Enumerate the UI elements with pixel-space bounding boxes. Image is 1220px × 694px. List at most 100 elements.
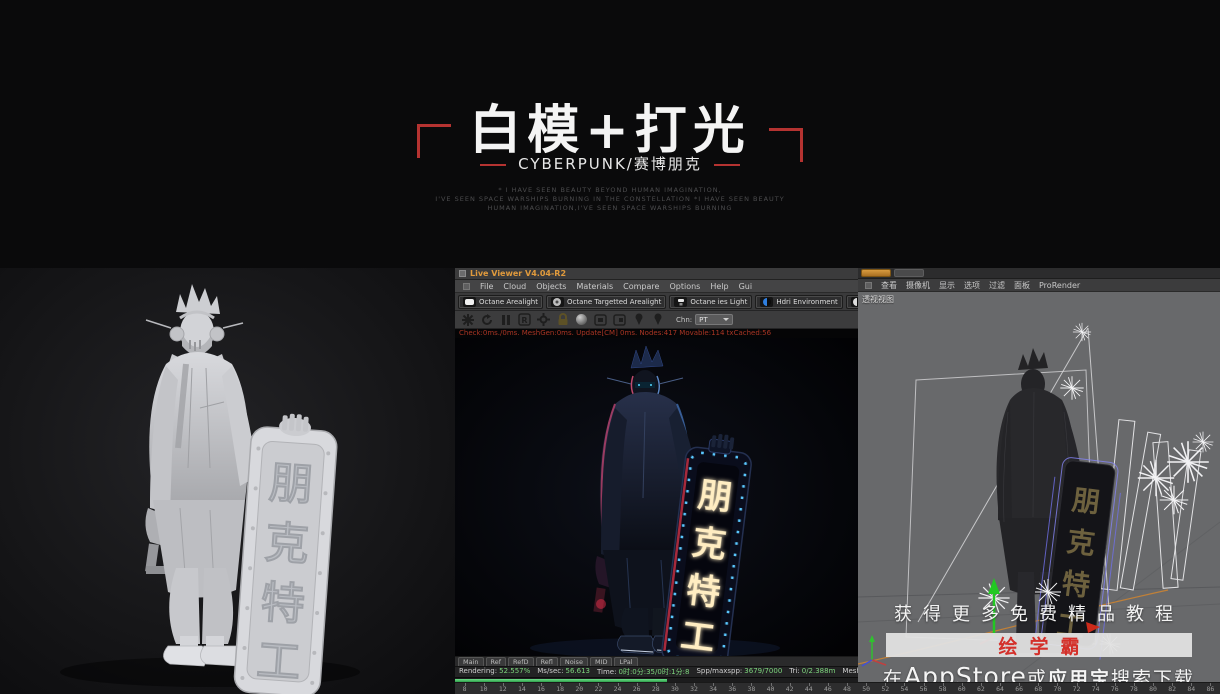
arealight-icon — [463, 296, 476, 307]
render-pass-tab[interactable]: Ref — [485, 657, 507, 666]
timeline-frame-number: 52 — [876, 683, 895, 694]
svg-text:朋: 朋 — [1070, 483, 1102, 519]
lock-resolution-icon[interactable] — [556, 313, 569, 326]
stat-item: Mesh:132 — [842, 667, 858, 675]
window-title: Live Viewer V4.04-R2 — [470, 269, 567, 278]
menu-help[interactable]: Help — [710, 282, 728, 291]
timeline-frame-number: 66 — [1010, 683, 1029, 694]
restart-render-icon[interactable] — [480, 313, 493, 326]
stats-list: Rendering: 52.557% Ms/sec: 56.613 Time: 0时:0分… — [459, 667, 858, 677]
timeline-frame-number: 48 — [838, 683, 857, 694]
viewport-tab-active[interactable] — [861, 269, 891, 277]
menu-display[interactable]: 显示 — [939, 280, 955, 291]
pick-material-icon[interactable] — [651, 313, 664, 326]
timeline-frame-number: 8 — [455, 683, 474, 694]
settings-gear-icon[interactable] — [537, 313, 550, 326]
svg-text:克: 克 — [690, 523, 729, 567]
hdri-environment-button[interactable]: Hdri Environment — [755, 294, 843, 309]
menu-gui[interactable]: Gui — [739, 282, 753, 291]
window-icon — [459, 270, 466, 277]
render-pass-tab[interactable]: Refl — [535, 657, 558, 666]
svg-text:特: 特 — [1060, 567, 1092, 603]
tagline: * I HAVE SEEN BEAUTY BEYOND HUMAN IMAGIN… — [0, 186, 1220, 213]
texture-environment-button[interactable]: Texture Environment — [845, 294, 858, 309]
timeline-frame-number: 80 — [1144, 683, 1163, 694]
timeline-frame-number: 76 — [1105, 683, 1124, 694]
menu-cloud[interactable]: Cloud — [503, 282, 526, 291]
live-viewer-menubar: File Cloud Objects Materials Compare Opt… — [455, 280, 858, 293]
channel-label: Chn: — [676, 315, 693, 324]
clay-render-panel: 朋 克 特 工 王氏教育集 — [0, 268, 455, 694]
timeline-frame-number: 32 — [685, 683, 704, 694]
menu-options[interactable]: 选项 — [964, 280, 980, 291]
octane-arealight-button[interactable]: Octane Arealight — [458, 294, 543, 309]
timeline-frame-number: 84 — [1182, 683, 1201, 694]
timeline-ruler[interactable]: 8 10 12 14 16 18 20 22 24 26 28 30 32 34 36 38 40 42 44 46 4… — [455, 682, 1220, 694]
kernel-icon[interactable] — [461, 313, 474, 326]
menu-materials[interactable]: Materials — [576, 282, 613, 291]
channel-dropdown[interactable]: PT — [695, 314, 734, 325]
timeline-frame-number: 12 — [493, 683, 512, 694]
svg-text:朋: 朋 — [267, 457, 314, 511]
timeline-frame-number: 16 — [532, 683, 551, 694]
menu-compare[interactable]: Compare — [623, 282, 659, 291]
svg-text:工: 工 — [255, 635, 302, 689]
menu-filter[interactable]: 过滤 — [989, 280, 1005, 291]
timeline-frame-number: 72 — [1067, 683, 1086, 694]
timeline-frame-number: 10 — [474, 683, 493, 694]
svg-text:R: R — [521, 316, 527, 325]
material-ball-icon[interactable] — [575, 313, 588, 326]
timeline-frame-number: 26 — [627, 683, 646, 694]
camera-view-icon[interactable] — [594, 313, 607, 326]
timeline-frame-number: 58 — [933, 683, 952, 694]
menu-options[interactable]: Options — [669, 282, 700, 291]
stat-item: Ms/sec: 56.613 — [537, 667, 590, 675]
menu-camera[interactable]: 摄像机 — [906, 280, 930, 291]
film-view-icon[interactable] — [613, 313, 626, 326]
viewport-tab-inactive[interactable] — [894, 269, 924, 277]
timeline-frame-number: 44 — [799, 683, 818, 694]
page: 白模+打光 CYBERPUNK/赛博朋克 * I HAVE SEEN BEAUT… — [0, 0, 1220, 694]
texture-environment-icon — [850, 296, 858, 307]
promo-footer: 获得更多免费精品教程 绘学霸 在AppStore或应用宝搜索下载 — [858, 600, 1220, 682]
timeline-frame-number: 46 — [818, 683, 837, 694]
rendered-character-image: 朋 克 特 工 — [455, 338, 858, 656]
pause-render-icon[interactable] — [499, 313, 512, 326]
render-pass-tab[interactable]: LPal — [614, 657, 638, 666]
subtitle-dash-left-icon — [480, 163, 507, 166]
timeline-frame-number: 42 — [780, 683, 799, 694]
menu-file[interactable]: File — [480, 282, 493, 291]
svg-text:克: 克 — [1065, 525, 1097, 561]
octane-ies-light-button[interactable]: Octane ies Light — [669, 294, 753, 309]
stat-item: Time: 0时:0分:35/0时:1分:8 — [596, 668, 690, 676]
menu-objects[interactable]: Objects — [536, 282, 566, 291]
menu-panel[interactable]: 面板 — [1014, 280, 1030, 291]
octane-targetted-arealight-button[interactable]: Octane Targetted Arealight — [545, 294, 667, 309]
render-pass-tab[interactable]: Main — [458, 657, 484, 666]
promo-brand: 绘学霸 — [998, 635, 1092, 658]
clay-render-image: 朋 克 特 工 — [0, 268, 455, 694]
render-pass-tab[interactable]: MID — [589, 657, 613, 666]
mesh-status-text: Check:0ms./0ms. MeshGen:0ms. Update[CM] … — [455, 329, 858, 338]
light-buttons-toolbar: Octane Arealight Octane Targetted Areali… — [455, 293, 858, 311]
menu-prorender[interactable]: ProRender — [1039, 281, 1080, 290]
pick-focus-icon[interactable] — [632, 313, 645, 326]
render-pass-tab[interactable]: RefD — [508, 657, 534, 666]
chevron-down-icon — [723, 318, 730, 321]
render-viewport[interactable]: 朋 克 特 工 — [455, 338, 858, 656]
timeline-frame-number: 74 — [1086, 683, 1105, 694]
promo-line1: 获得更多免费精品教程 — [894, 604, 1184, 625]
timeline-frame-number: 34 — [704, 683, 723, 694]
subtitle: CYBERPUNK/赛博朋克 — [0, 153, 1220, 174]
stat-item: Tri: 0/2.388m — [789, 667, 836, 675]
render-pass-tab[interactable]: Noise — [559, 657, 588, 666]
timeline-frame-number: 36 — [723, 683, 742, 694]
timeline-frame-number: 62 — [971, 683, 990, 694]
viewport-canvas[interactable]: 透视视图 朋 克 特 工 获得更多免费精品教程 绘学霸 在AppStore或应用… — [858, 292, 1220, 682]
timeline-frame-number: 56 — [914, 683, 933, 694]
viewport-menubar: 查看 摄像机 显示 选项 过滤 面板 ProRender — [858, 279, 1220, 292]
menu-view[interactable]: 查看 — [881, 280, 897, 291]
live-viewer-titlebar[interactable]: Live Viewer V4.04-R2 — [455, 268, 858, 280]
render-pass-tabs: Main Ref RefD Refl Noise MID LPal — [455, 656, 858, 666]
region-render-icon[interactable]: R — [518, 313, 531, 326]
